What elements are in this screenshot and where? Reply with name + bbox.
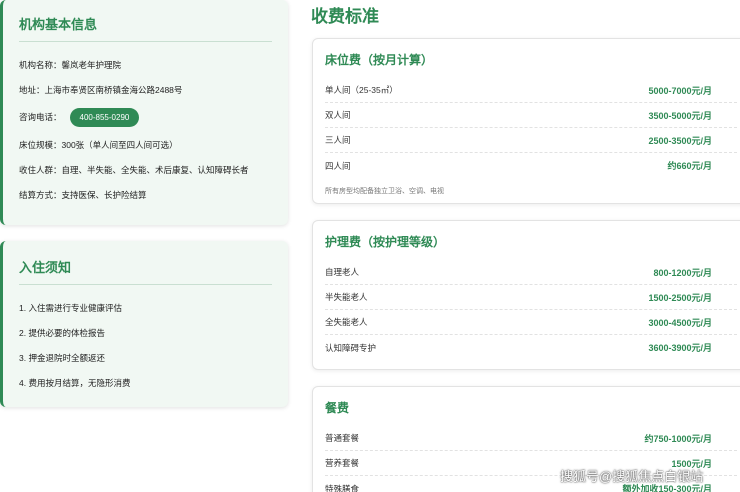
notice-item: 2. 提供必要的体检报告 [19,327,105,338]
fee-name: 三人间 [325,135,351,145]
fee-row: 三人间 2500-3500元/月 [325,128,737,153]
fee-price: 3500-5000元/月 [648,110,712,121]
fee-name: 单人间（25-35㎡） [325,85,398,95]
meal-fee-title: 餐费 [325,401,350,415]
fee-row: 认知障碍专护 3600-3900元/月 [325,335,737,360]
fee-price: 2500-3500元/月 [648,135,712,146]
fee-row: 自理老人 800-1200元/月 [325,260,737,285]
fees-title: 收费标准 [311,7,379,26]
phone-label: 咨询电话： [19,112,62,122]
fee-price: 1500-2500元/月 [648,292,712,303]
fee-row: 四人间 约660元/月 [325,153,737,178]
fee-name: 特殊膳食 [325,483,360,492]
fee-row: 普通套餐 约750-1000元/月 [325,426,737,451]
notice-item: 4. 费用按月结算，无隐形消费 [19,377,131,388]
basic-info-card: 机构基本信息 机构名称：馨岚老年护理院 地址：上海市奉贤区南桥镇金海公路2488… [0,0,288,225]
notice-item: 3. 押金退院时全额返还 [19,352,105,363]
fee-price: 3000-4500元/月 [648,317,712,328]
fee-name: 普通套餐 [325,433,360,443]
fee-name: 自理老人 [325,267,360,277]
fee-row: 单人间（25-35㎡） 5000-7000元/月 [325,78,737,103]
fee-row: 全失能老人 3000-4500元/月 [325,310,737,335]
resident-types: 收住人群：自理、半失能、全失能、术后康复、认知障碍长者 [19,164,249,175]
fee-name: 双人间 [325,110,351,120]
bed-fee-title: 床位费（按月计算） [325,53,434,67]
watermark-text: 搜狐号@搜狐焦点白银站 [560,469,704,484]
fee-name: 认知障碍专护 [325,342,377,353]
care-fee-title: 护理费（按护理等级） [325,235,446,249]
payment-methods: 结算方式：支持医保、长护险结算 [19,189,147,200]
notice-title: 入住须知 [19,257,272,285]
fee-name: 全失能老人 [325,317,368,327]
care-fee-card: 护理费（按护理等级） 自理老人 800-1200元/月 半失能老人 1500-2… [312,220,740,370]
bed-fee-note: 所有房型均配备独立卫浴、空调、电视 [325,188,444,195]
institution-address: 地址：上海市奉贤区南桥镇金海公路2488号 [19,84,183,95]
fee-name: 营养套餐 [325,458,360,468]
fee-row: 双人间 3500-5000元/月 [325,103,737,128]
bed-fee-card: 床位费（按月计算） 单人间（25-35㎡） 5000-7000元/月 双人间 3… [312,38,740,204]
fee-name: 四人间 [325,160,351,171]
notice-item: 1. 入住需进行专业健康评估 [19,302,122,313]
basic-info-title: 机构基本信息 [19,14,272,42]
fee-price: 约750-1000元/月 [644,433,712,444]
bed-capacity: 床位规模：300张（单人间至四人间可选） [19,139,178,150]
fee-price: 约660元/月 [667,161,712,171]
admission-notice-card: 入住须知 1. 入住需进行专业健康评估 2. 提供必要的体检报告 3. 押金退院… [0,241,288,407]
fee-name: 半失能老人 [325,292,368,302]
institution-name: 机构名称：馨岚老年护理院 [19,59,122,70]
fee-price: 3600-3900元/月 [648,343,712,353]
phone-row: 咨询电话： 400-855-0290 [19,102,272,132]
fee-row: 半失能老人 1500-2500元/月 [325,285,737,310]
fee-price: 5000-7000元/月 [648,85,712,96]
fee-price: 800-1200元/月 [653,267,712,278]
phone-button[interactable]: 400-855-0290 [69,107,140,127]
